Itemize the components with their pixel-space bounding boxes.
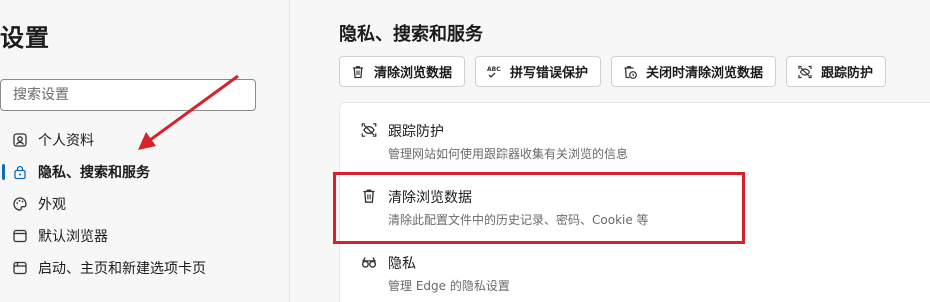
sidebar-item-start-home[interactable]: 启动、主页和新建选项卡页 bbox=[0, 252, 289, 284]
chip-label: 清除浏览数据 bbox=[374, 66, 453, 81]
sidebar-item-label: 隐私、搜索和服务 bbox=[38, 165, 150, 181]
row-privacy[interactable]: 隐私 管理 Edge 的隐私设置 bbox=[340, 235, 930, 297]
chip-label: 拼写错误保护 bbox=[510, 66, 589, 81]
quick-links: 清除浏览数据 ABC 拼写错误保护 关闭时清除浏览数据 跟踪防护 bbox=[339, 56, 887, 87]
sidebar-item-appearance[interactable]: 外观 bbox=[0, 188, 289, 220]
sidebar-item-label: 外观 bbox=[38, 197, 66, 213]
chip-label: 关闭时清除浏览数据 bbox=[646, 66, 764, 81]
palette-icon bbox=[12, 196, 28, 212]
trash-clock-icon bbox=[622, 64, 638, 80]
row-description: 管理 Edge 的隐私设置 bbox=[388, 279, 510, 293]
settings-window: 设置 个人资料 隐私、搜索和服务 外观 bbox=[0, 0, 930, 302]
row-title: 清除浏览数据 bbox=[388, 190, 472, 206]
sidebar-item-label: 启动、主页和新建选项卡页 bbox=[38, 261, 206, 277]
tab-page-icon bbox=[12, 260, 28, 276]
sidebar-item-label: 默认浏览器 bbox=[38, 229, 108, 245]
sidebar-item-default-browser[interactable]: 默认浏览器 bbox=[0, 220, 289, 252]
tracking-prevention-icon bbox=[797, 64, 813, 80]
glasses-icon bbox=[360, 253, 378, 271]
sidebar-item-privacy[interactable]: 隐私、搜索和服务 bbox=[0, 156, 289, 188]
chip-clear-browsing-data[interactable]: 清除浏览数据 bbox=[339, 56, 466, 87]
sidebar-nav: 个人资料 隐私、搜索和服务 外观 默认浏览器 启动、主页和新建选项卡页 bbox=[0, 124, 289, 284]
profile-icon bbox=[12, 132, 28, 148]
chip-clear-on-close[interactable]: 关闭时清除浏览数据 bbox=[611, 56, 777, 87]
abc-spellcheck-icon: ABC bbox=[486, 64, 502, 80]
chip-typo-protection[interactable]: ABC 拼写错误保护 bbox=[475, 56, 602, 87]
browser-window-icon bbox=[12, 228, 28, 244]
sidebar-item-profile[interactable]: 个人资料 bbox=[0, 124, 289, 156]
sidebar-item-label: 个人资料 bbox=[38, 133, 94, 149]
main-content: 隐私、搜索和服务 清除浏览数据 ABC 拼写错误保护 关闭时清除浏览数据 跟踪防… bbox=[291, 0, 930, 302]
svg-text:ABC: ABC bbox=[487, 66, 501, 73]
section-title: 隐私、搜索和服务 bbox=[339, 24, 483, 45]
sidebar: 设置 个人资料 隐私、搜索和服务 外观 bbox=[0, 0, 290, 302]
trash-icon bbox=[360, 187, 378, 205]
settings-title: 设置 bbox=[0, 24, 50, 52]
lock-icon bbox=[12, 164, 28, 180]
chip-tracking-prevention[interactable]: 跟踪防护 bbox=[786, 56, 887, 87]
row-tracking-prevention[interactable]: 跟踪防护 管理网站如何使用跟踪器收集有关浏览的信息 bbox=[340, 103, 930, 165]
row-title: 跟踪防护 bbox=[388, 124, 444, 140]
row-clear-browsing-data[interactable]: 清除浏览数据 清除此配置文件中的历史记录、密码、Cookie 等 bbox=[340, 169, 930, 231]
tracking-prevention-icon bbox=[360, 121, 378, 139]
row-description: 清除此配置文件中的历史记录、密码、Cookie 等 bbox=[388, 213, 649, 227]
row-title: 隐私 bbox=[388, 256, 416, 272]
chip-label: 跟踪防护 bbox=[821, 66, 874, 81]
row-description: 管理网站如何使用跟踪器收集有关浏览的信息 bbox=[388, 147, 629, 161]
search-input[interactable] bbox=[0, 79, 256, 111]
settings-card: 跟踪防护 管理网站如何使用跟踪器收集有关浏览的信息 清除浏览数据 清除此配置文件… bbox=[339, 102, 930, 302]
trash-icon bbox=[350, 64, 366, 80]
